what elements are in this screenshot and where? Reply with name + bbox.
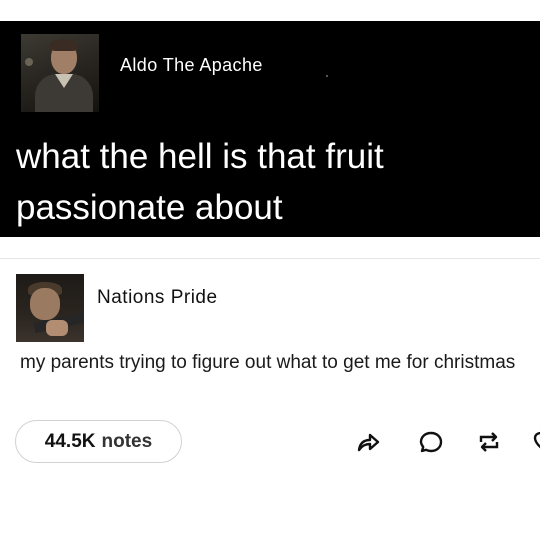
notes-label: notes	[101, 430, 153, 452]
avatar-face	[30, 288, 60, 320]
avatar-background-lamp	[25, 58, 33, 66]
avatar[interactable]	[21, 34, 99, 112]
speck	[326, 75, 328, 77]
notes-count: 44.5K	[44, 430, 96, 452]
post-author[interactable]: Nations Pride	[97, 287, 218, 309]
reblog-button[interactable]	[476, 429, 502, 455]
post-author[interactable]: Aldo The Apache	[120, 55, 263, 76]
notes-button[interactable]: 44.5K notes	[15, 420, 182, 463]
avatar[interactable]	[16, 274, 84, 342]
post-text: what the hell is that fruit passionate a…	[16, 137, 384, 227]
post-text: my parents trying to figure out what to …	[20, 352, 516, 373]
like-icon	[533, 431, 540, 449]
avatar-hand	[46, 320, 68, 336]
original-post: Aldo The Apache what the hell is that fr…	[0, 21, 540, 237]
top-margin	[0, 0, 540, 21]
avatar-hair	[50, 39, 78, 51]
post-divider	[0, 258, 540, 259]
reply-icon	[419, 431, 443, 453]
like-button[interactable]	[532, 429, 540, 455]
share-button[interactable]	[355, 429, 381, 455]
reply-button[interactable]	[418, 429, 444, 455]
share-icon	[357, 433, 380, 452]
reblog-icon	[479, 432, 499, 452]
